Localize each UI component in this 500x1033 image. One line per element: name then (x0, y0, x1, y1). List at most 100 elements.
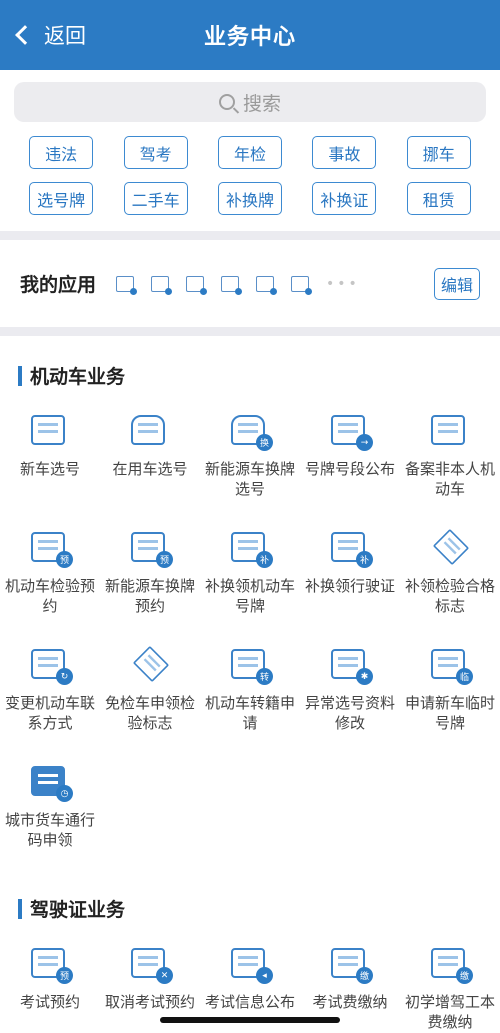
service-item[interactable]: 预新能源车换牌预约 (100, 528, 200, 645)
tag-rental[interactable]: 租赁 (406, 182, 471, 215)
service-label: 考试预约 (19, 993, 80, 1011)
service-item[interactable]: 补补换领行驶证 (300, 528, 400, 645)
service-label: 变更机动车联系方式 (4, 694, 95, 732)
document-app-icon[interactable] (151, 275, 173, 295)
tag-replace-license[interactable]: 补换证 (312, 182, 377, 215)
service-label: 机动车检验预约 (4, 577, 95, 615)
back-button[interactable]: 返回 (10, 0, 86, 70)
service-label: 新车选号 (19, 460, 80, 478)
divider (0, 231, 500, 240)
service-item[interactable]: ✱ 异常选号资料修改 (300, 645, 400, 762)
inspection-form-icon: 预 (27, 528, 73, 568)
service-label: 新能源车换牌选号 (204, 460, 295, 498)
tag-move-car[interactable]: 挪车 (406, 136, 471, 169)
list-app-icon[interactable] (291, 275, 313, 295)
vehicle-section: 机动车业务 新车选号 在用车选号 换新能源车换牌选号 → 号牌号段公布 备案非本人… (0, 336, 500, 879)
service-item[interactable]: 临申请新车临时号牌 (400, 645, 500, 762)
service-item[interactable]: 预考试预约 (0, 944, 100, 1033)
tag-used-car[interactable]: 二手车 (123, 182, 188, 215)
service-item[interactable]: 备案非本人机动车 (400, 411, 500, 528)
service-label: 补领检验合格标志 (404, 577, 495, 615)
service-label: 号牌号段公布 (304, 460, 395, 478)
service-label: 初学增驾工本费缴纳 (404, 993, 495, 1031)
my-apps-bar: 我的应用 ••• 编辑 (0, 240, 500, 327)
service-label: 补换领机动车号牌 (204, 577, 295, 615)
back-label: 返回 (44, 24, 86, 48)
people-car-icon (127, 411, 173, 451)
chevron-left-icon (15, 25, 35, 45)
id-card-payment-icon: 缴 (427, 944, 473, 984)
service-label: 取消考试预约 (104, 993, 195, 1011)
tag-accident[interactable]: 事故 (312, 136, 377, 169)
truck-pass-icon: ◷ (27, 762, 73, 802)
tag-driving-test[interactable]: 驾考 (123, 136, 188, 169)
announcement-icon: ◂ (227, 944, 273, 984)
app-header: 返回 业务中心 (0, 0, 500, 70)
section-title-text: 机动车业务 (30, 366, 126, 388)
search-input[interactable]: 搜索 (14, 82, 486, 122)
vehicle-chat-app-icon[interactable] (221, 275, 243, 295)
service-label: 备案非本人机动车 (404, 460, 495, 498)
my-apps-icons: ••• (116, 275, 434, 295)
vehicle-form-icon (27, 411, 73, 451)
service-item[interactable]: ↻ 变更机动车联系方式 (0, 645, 100, 762)
plate-icon: 预 (127, 528, 173, 568)
car-app-icon[interactable] (116, 275, 138, 295)
section-title-text: 驾驶证业务 (30, 899, 126, 921)
service-item[interactable]: 补领检验合格标志 (400, 528, 500, 645)
service-label: 考试费缴纳 (312, 993, 388, 1011)
tag-select-plate[interactable]: 选号牌 (29, 182, 94, 215)
exempt-mark-icon (127, 645, 173, 685)
service-label: 补换领行驶证 (304, 577, 395, 595)
service-item[interactable]: 换新能源车换牌选号 (200, 411, 300, 528)
fee-payment-icon: 缴 (327, 944, 373, 984)
edit-button[interactable]: 编辑 (433, 267, 480, 300)
inspection-mark-icon (427, 528, 473, 568)
service-item[interactable]: 免检车申领检验标志 (100, 645, 200, 762)
service-label: 免检车申领检验标志 (104, 694, 195, 732)
service-item[interactable]: 在用车选号 (100, 411, 200, 528)
section-accent-bar (18, 365, 22, 386)
tag-violation[interactable]: 违法 (29, 136, 94, 169)
search-icon (218, 94, 235, 110)
service-label: 机动车转籍申请 (204, 694, 295, 732)
license-replace-icon: 补 (327, 528, 373, 568)
license-app-icon[interactable] (186, 275, 208, 295)
contact-change-icon: ↻ (27, 645, 73, 685)
section-title: 驾驶证业务 (0, 895, 500, 922)
more-dots-icon: ••• (326, 275, 360, 292)
calendar-cancel-icon: ✕ (127, 944, 173, 984)
service-item[interactable]: → 号牌号段公布 (300, 411, 400, 528)
photo-app-icon[interactable] (256, 275, 278, 295)
search-placeholder: 搜索 (242, 92, 281, 115)
exam-booking-icon: 预 (27, 944, 73, 984)
license-section: 驾驶证业务 预考试预约 ✕ 取消考试预约 ◂ 考试信息公布 缴考试费缴纳 缴初学增驾… (0, 879, 500, 1033)
service-item[interactable]: 补补换领机动车号牌 (200, 528, 300, 645)
divider (0, 327, 500, 336)
service-item[interactable]: ◷ 城市货车通行码申领 (0, 762, 100, 879)
my-apps-title: 我的应用 (20, 274, 97, 296)
service-label: 异常选号资料修改 (304, 694, 395, 732)
service-item[interactable]: 缴初学增驾工本费缴纳 (400, 944, 500, 1033)
home-indicator (160, 1017, 340, 1023)
service-label: 考试信息公布 (204, 993, 295, 1011)
temp-plate-icon: 临 (427, 645, 473, 685)
vehicle-grid: 新车选号 在用车选号 换新能源车换牌选号 → 号牌号段公布 备案非本人机动车 预机… (0, 411, 500, 879)
tag-annual-inspection[interactable]: 年检 (217, 136, 282, 169)
service-label: 新能源车换牌预约 (104, 577, 195, 615)
transfer-form-icon: 转 (227, 645, 273, 685)
plate-replace-icon: 补 (227, 528, 273, 568)
service-item[interactable]: 转机动车转籍申请 (200, 645, 300, 762)
page-title: 业务中心 (203, 25, 296, 50)
service-item[interactable]: 预机动车检验预约 (0, 528, 100, 645)
service-item[interactable]: 新车选号 (0, 411, 100, 528)
abnormal-form-icon: ✱ (327, 645, 373, 685)
service-label: 在用车选号 (112, 460, 188, 478)
sign-board-icon: → (327, 411, 373, 451)
tag-replace-plate[interactable]: 补换牌 (217, 182, 282, 215)
search-and-tags: 搜索 违法 驾考 年检 事故 挪车 选号牌 二手车 补换牌 补换证 租赁 (0, 70, 500, 231)
service-label: 申请新车临时号牌 (404, 694, 495, 732)
ev-car-icon: 换 (227, 411, 273, 451)
record-document-icon (427, 411, 473, 451)
section-accent-bar (18, 898, 22, 919)
